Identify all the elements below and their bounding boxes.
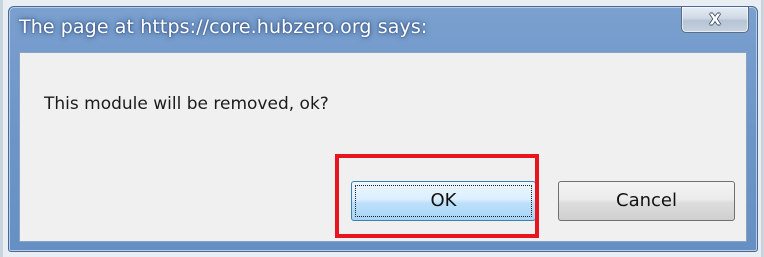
dialog-message: This module will be removed, ok? (44, 94, 329, 114)
dialog-body: This module will be removed, ok? OK Canc… (19, 52, 747, 242)
alert-dialog: The page at https://core.hubzero.org say… (8, 6, 758, 252)
cancel-button-label: Cancel (616, 190, 677, 211)
close-button[interactable]: X (681, 7, 749, 33)
background-edge-left (0, 0, 3, 257)
dialog-title: The page at https://core.hubzero.org say… (19, 16, 428, 38)
cancel-button[interactable]: Cancel (558, 181, 735, 221)
ok-button[interactable]: OK (351, 181, 536, 221)
close-icon: X (709, 9, 721, 28)
ok-button-label: OK (430, 190, 457, 211)
dialog-titlebar[interactable]: The page at https://core.hubzero.org say… (9, 7, 757, 51)
